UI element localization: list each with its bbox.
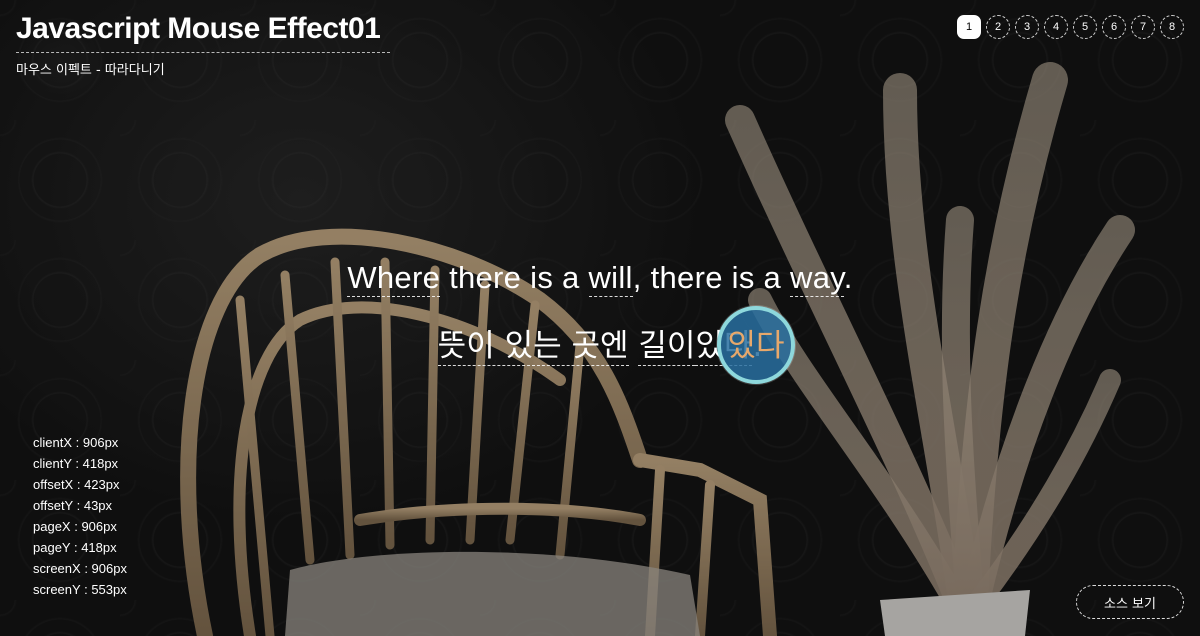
effect-pagination: 1 2 3 4 5 6 7 8: [957, 15, 1184, 39]
info-item: clientY : 418px: [33, 456, 119, 471]
mouse-info-list: clientX : 906px clientY : 418px offsetX …: [33, 432, 127, 600]
quote-word-where[interactable]: Where: [347, 260, 441, 297]
page-link-2[interactable]: 2: [986, 15, 1010, 39]
header: Javascript Mouse Effect01 마우스 이펙트 - 따라다니…: [16, 12, 390, 78]
background-image: [0, 0, 1200, 636]
info-item: clientX : 906px: [33, 435, 119, 450]
info-value: 906px: [91, 561, 127, 576]
info-item: offsetY : 43px: [33, 498, 113, 513]
cursor-highlight-text: 있다: [727, 328, 785, 364]
page-subtitle: 마우스 이펙트 - 따라다니기: [16, 63, 165, 78]
info-item: offsetX : 423px: [33, 477, 120, 492]
page-link-7[interactable]: 7: [1131, 15, 1155, 39]
info-value: 553px: [91, 582, 127, 597]
quote-text: there is a: [449, 260, 580, 295]
info-item: screenY : 553px: [33, 582, 127, 597]
info-value: 906px: [81, 519, 117, 534]
page-link-6[interactable]: 6: [1102, 15, 1126, 39]
info-key: screenX: [33, 561, 81, 576]
info-value: 43px: [83, 498, 113, 513]
quote-kr-phrase-2[interactable]: 길이: [638, 328, 696, 366]
page-link-5[interactable]: 5: [1073, 15, 1097, 39]
page-link-8[interactable]: 8: [1160, 15, 1184, 39]
page-link-3[interactable]: 3: [1015, 15, 1039, 39]
info-key: screenY: [33, 582, 81, 597]
info-value: 906px: [82, 435, 119, 450]
info-key: pageX: [33, 519, 71, 534]
info-key: pageY: [33, 540, 71, 555]
quote-word-way[interactable]: way: [790, 260, 844, 297]
info-item: pageX : 906px: [33, 519, 117, 534]
info-key: clientY: [33, 456, 72, 471]
quote-word-will[interactable]: will: [588, 260, 633, 297]
quote-korean: 뜻이 있는 곳엔 길이있다.: [0, 320, 1200, 366]
quote-kr-phrase-1[interactable]: 뜻이 있는 곳엔: [437, 328, 629, 366]
info-key: clientX: [33, 435, 73, 450]
quote-period: .: [843, 260, 853, 295]
info-item: pageY : 418px: [33, 540, 117, 555]
dark-overlay: [0, 0, 1200, 636]
info-value: 418px: [81, 540, 117, 555]
page-link-4[interactable]: 4: [1044, 15, 1068, 39]
info-value: 423px: [84, 477, 120, 492]
quote-text: , there is a: [632, 260, 782, 295]
info-item: screenX : 906px: [33, 561, 127, 576]
info-key: offsetX: [33, 477, 74, 492]
quote-english: Where there is a will, there is a way.: [0, 260, 1200, 297]
view-source-button[interactable]: 소스 보기: [1076, 585, 1184, 619]
info-value: 418px: [82, 456, 119, 471]
page-title: Javascript Mouse Effect01: [16, 12, 390, 53]
info-key: offsetY: [33, 498, 73, 513]
page-link-1[interactable]: 1: [957, 15, 981, 39]
